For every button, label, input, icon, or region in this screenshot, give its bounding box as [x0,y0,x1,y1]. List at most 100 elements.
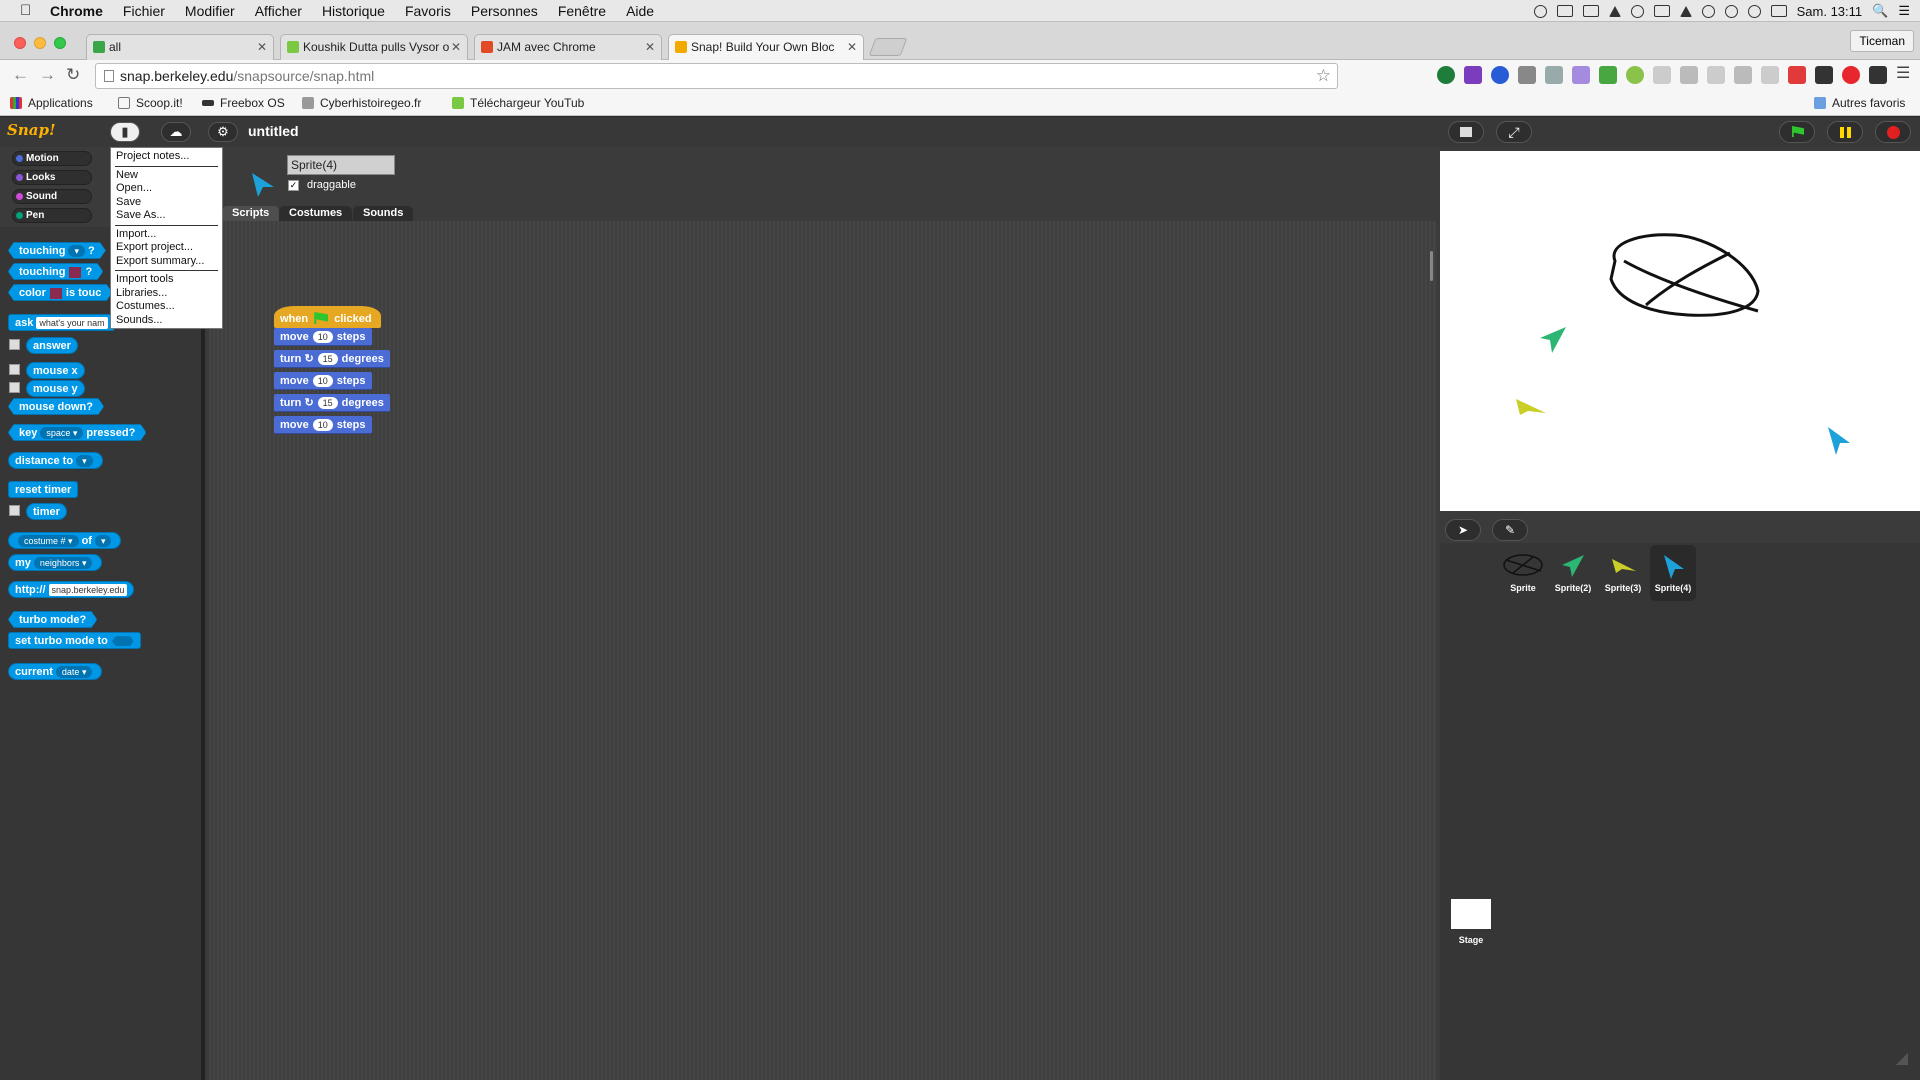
extension-icon[interactable] [1734,66,1752,84]
mouse-y-checkbox[interactable] [9,382,20,393]
steps-input[interactable]: 10 [312,419,333,431]
extension-icon[interactable] [1653,66,1671,84]
category-looks[interactable]: Looks [12,170,92,185]
browser-tab[interactable]: JAM avec Chrome ✕ [474,34,662,60]
mouse-x-checkbox[interactable] [9,364,20,375]
mouse-x-block[interactable]: mouse x [26,362,85,379]
menu-aide[interactable]: Aide [616,0,664,22]
tab-costumes[interactable]: Costumes [279,206,353,221]
move-steps-block[interactable]: move 10 steps [274,372,372,390]
menu-project-notes[interactable]: Project notes... [111,150,222,164]
extension-icon[interactable] [1599,66,1617,84]
corral-sprite-selected[interactable]: Sprite(4) [1650,545,1696,601]
camera-icon[interactable] [1545,66,1563,84]
back-icon[interactable]: ← [12,65,29,85]
move-steps-block[interactable]: move 10 steps [274,328,372,346]
menu-libraries[interactable]: Libraries... [111,287,222,301]
menu-save[interactable]: Save [111,196,222,210]
corral-sprite[interactable]: Sprite(3) [1600,551,1646,599]
sprite2-on-stage[interactable] [1538,325,1568,355]
timer-block[interactable]: timer [26,503,67,520]
turn-degrees-block[interactable]: turn ↻ 15 degrees [274,350,390,368]
forward-icon[interactable]: → [39,65,56,85]
attribute-of-block[interactable]: costume # ▾ of ▾ [8,532,122,549]
date-dropdown[interactable]: date ▾ [55,666,93,678]
menu-open[interactable]: Open... [111,182,222,196]
settings-button[interactable]: ⚙ [208,122,238,142]
move-steps-block[interactable]: move 10 steps [274,416,372,434]
add-turtle-button[interactable]: ➤ [1445,519,1481,541]
green-flag-button[interactable] [1779,121,1815,143]
dropdown-arrow-icon[interactable]: ▾ [94,535,112,547]
extension-icon[interactable] [1437,66,1455,84]
cloud-icon[interactable] [1533,4,1547,18]
steps-input[interactable]: 10 [312,331,333,343]
bookmark-star-icon[interactable]: ☆ [1316,64,1331,88]
distance-to-block[interactable]: distance to ▾ [8,452,103,469]
menu-app[interactable]: Chrome [40,0,113,22]
menu-personnes[interactable]: Personnes [461,0,548,22]
menu-favoris[interactable]: Favoris [395,0,461,22]
menu-import[interactable]: Import... [111,228,222,242]
menu-fichier[interactable]: Fichier [113,0,175,22]
menu-modifier[interactable]: Modifier [175,0,245,22]
menu-costumes[interactable]: Costumes... [111,300,222,314]
key-dropdown[interactable]: space ▾ [40,427,83,439]
menu-export-project[interactable]: Export project... [111,241,222,255]
reset-timer-block[interactable]: reset timer [8,481,79,498]
corral-sprite[interactable]: Sprite [1500,551,1546,599]
snap-logo[interactable]: Snap! [7,121,56,143]
notification-icon[interactable]: ☰ [1898,3,1910,19]
address-bar[interactable]: snap.berkeley.edu/snapsource/snap.html ☆ [95,63,1338,89]
bookmark-item[interactable]: Applications [10,96,93,110]
fullscreen-icon[interactable]: ⤢ [1496,121,1532,143]
inbox-icon[interactable] [1556,5,1573,17]
url-input[interactable]: snap.berkeley.edu [48,584,128,596]
qr-code-icon[interactable] [1815,66,1833,84]
minimize-window-button[interactable] [34,37,46,49]
tab-close-icon[interactable]: ✕ [257,35,267,59]
mouse-down-block[interactable]: mouse down? [8,398,104,415]
spotlight-icon[interactable]: 🔍 [1872,3,1888,19]
scripts-scrollbar[interactable] [1430,251,1433,281]
resize-handle-icon[interactable]: ◢ [1896,1048,1908,1068]
cloud-button[interactable]: ☁ [161,122,191,142]
sprite-name-field[interactable]: Sprite(4) [287,155,395,175]
key-pressed-block[interactable]: key space ▾ pressed? [8,424,146,441]
bluetooth-icon[interactable] [1724,4,1738,18]
clock[interactable]: Sam. 13:11 [1797,4,1863,19]
degrees-input[interactable]: 15 [317,353,338,365]
bookmark-item[interactable]: Freebox OS [202,96,285,110]
profile-button[interactable]: Ticeman [1850,30,1914,52]
color-swatch[interactable] [50,288,62,299]
zoom-window-button[interactable] [54,37,66,49]
corral-stage[interactable]: Stage [1448,899,1494,955]
bookmark-folder[interactable]: Autres favoris [1814,96,1905,110]
browser-tab[interactable]: Koushik Dutta pulls Vysor o ✕ [280,34,468,60]
attribute-dropdown[interactable]: costume # ▾ [18,535,79,547]
menu-export-summary[interactable]: Export summary... [111,255,222,269]
tab-close-icon[interactable]: ✕ [451,35,461,59]
when-flag-clicked-block[interactable]: when clicked [274,306,381,328]
airplay-icon[interactable] [1653,5,1670,17]
tab-close-icon[interactable]: ✕ [645,35,655,59]
apple-icon[interactable]:  [20,2,40,19]
corral-sprite[interactable]: Sprite(2) [1550,551,1596,599]
answer-block[interactable]: answer [26,337,78,354]
turbo-mode-block[interactable]: turbo mode? [8,611,97,628]
extension-icon[interactable] [1788,66,1806,84]
sync-icon[interactable] [1630,4,1644,18]
opera-icon[interactable] [1842,66,1860,84]
timer-checkbox[interactable] [9,505,20,516]
color-touching-block[interactable]: color is touc [8,284,112,301]
ask-input[interactable]: what's your nam [36,317,108,329]
my-dropdown[interactable]: neighbors ▾ [33,557,93,569]
stage[interactable] [1440,151,1920,511]
menu-sounds[interactable]: Sounds... [111,314,222,328]
sprite3-on-stage[interactable] [1514,397,1548,417]
new-tab-button[interactable] [868,38,908,56]
file-menu-button[interactable]: ▮ [110,122,140,142]
category-sound[interactable]: Sound [12,189,92,204]
bookmark-item[interactable]: Cyberhistoiregeo.fr [302,96,421,110]
menu-historique[interactable]: Historique [312,0,395,22]
